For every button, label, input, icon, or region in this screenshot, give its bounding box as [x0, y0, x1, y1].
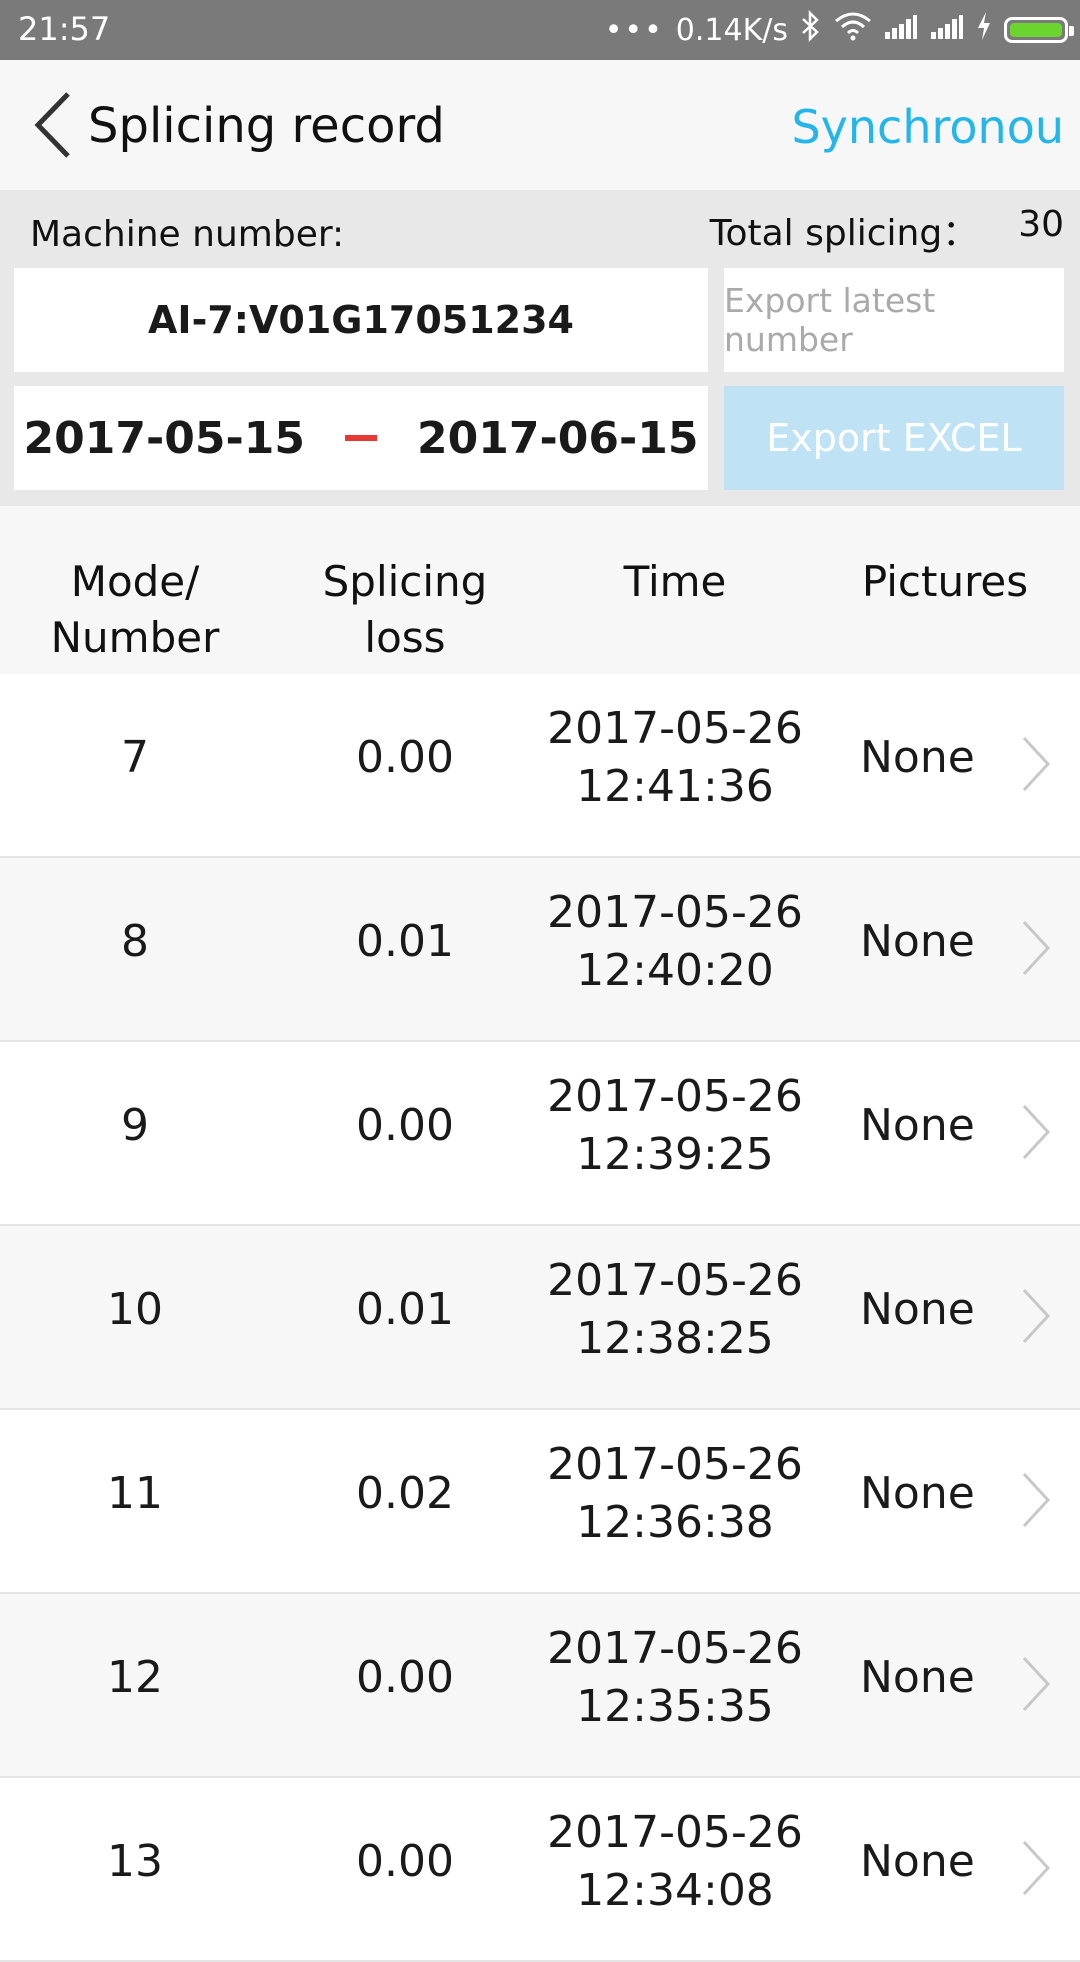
- row-number: 10: [107, 1284, 163, 1335]
- table-row[interactable]: 12 0.00 2017-05-26 12:35:35 None: [0, 1594, 1080, 1778]
- machine-number-value: AI-7:V01G17051234: [148, 298, 574, 342]
- row-pictures: None: [860, 1836, 975, 1887]
- row-number: 9: [121, 1100, 149, 1151]
- date-range[interactable]: 2017-05-15 2017-06-15: [14, 386, 708, 490]
- status-icons: ••• 0.14K/s: [604, 8, 1074, 52]
- row-time: 2017-05-26 12:34:08: [547, 1807, 803, 1916]
- total-splicing-value: 30: [1018, 204, 1064, 245]
- row-pictures: None: [860, 1652, 975, 1703]
- row-time: 2017-05-26 12:38:25: [547, 1255, 803, 1364]
- status-time: 21:57: [18, 10, 111, 48]
- table-row[interactable]: 13 0.00 2017-05-26 12:34:08 None: [0, 1778, 1080, 1962]
- machine-number-label: Machine number:: [30, 214, 345, 255]
- row-number: 13: [107, 1836, 163, 1887]
- date-range-separator: [345, 435, 377, 441]
- row-time: 2017-05-26 12:40:20: [547, 887, 803, 996]
- table-row[interactable]: 7 0.00 2017-05-26 12:41:36 None: [0, 674, 1080, 858]
- row-time: 2017-05-26 12:41:36: [547, 703, 803, 812]
- row-number: 7: [121, 732, 149, 783]
- wifi-icon: [834, 11, 872, 49]
- machine-number-field[interactable]: AI-7:V01G17051234: [14, 268, 708, 372]
- row-number: 8: [121, 916, 149, 967]
- table-row[interactable]: 10 0.01 2017-05-26 12:38:25 None: [0, 1226, 1080, 1410]
- total-splicing: Total splicing： 30: [710, 204, 1064, 256]
- row-pictures: None: [860, 732, 975, 783]
- column-header-pictures: Pictures: [861, 557, 1029, 606]
- row-pictures: None: [860, 916, 975, 967]
- table-row[interactable]: 8 0.01 2017-05-26 12:40:20 None: [0, 858, 1080, 1042]
- row-splicing-loss: 0.01: [356, 916, 454, 967]
- row-time: 2017-05-26 12:39:25: [547, 1071, 803, 1180]
- row-splicing-loss: 0.00: [356, 1100, 454, 1151]
- chevron-right-icon[interactable]: [1020, 1286, 1052, 1346]
- export-excel-button[interactable]: Export EXCEL: [724, 386, 1064, 490]
- row-pictures: None: [860, 1284, 975, 1335]
- chevron-right-icon[interactable]: [1020, 734, 1052, 794]
- row-time: 2017-05-26 12:36:38: [547, 1439, 803, 1548]
- row-pictures: None: [860, 1468, 975, 1519]
- row-splicing-loss: 0.00: [356, 1652, 454, 1703]
- row-splicing-loss: 0.00: [356, 1836, 454, 1887]
- date-to[interactable]: 2017-06-15: [417, 413, 698, 464]
- bluetooth-icon: [800, 9, 822, 50]
- export-latest-placeholder: Export latest number: [724, 281, 936, 359]
- network-speed: 0.14K/s: [675, 12, 788, 48]
- record-list: 7 0.00 2017-05-26 12:41:36 None 8 0.01 20…: [0, 674, 1080, 1962]
- row-number: 11: [107, 1468, 163, 1519]
- more-dots-icon: •••: [604, 12, 664, 48]
- table-row[interactable]: 11 0.02 2017-05-26 12:36:38 None: [0, 1410, 1080, 1594]
- row-number: 12: [107, 1652, 163, 1703]
- total-splicing-label: Total splicing：: [709, 213, 979, 254]
- app-header: Splicing record Synchronou: [0, 60, 1080, 190]
- column-header-time: Time: [623, 557, 727, 606]
- charging-icon: [976, 11, 992, 49]
- chevron-right-icon[interactable]: [1020, 1654, 1052, 1714]
- column-header-mode-number: Mode/ Number: [50, 557, 220, 662]
- row-splicing-loss: 0.00: [356, 732, 454, 783]
- chevron-right-icon[interactable]: [1020, 1102, 1052, 1162]
- signal-icon: [884, 13, 918, 48]
- page-title: Splicing record: [88, 98, 445, 154]
- row-time: 2017-05-26 12:35:35: [547, 1623, 803, 1732]
- row-splicing-loss: 0.02: [356, 1468, 454, 1519]
- chevron-right-icon[interactable]: [1020, 1470, 1052, 1530]
- status-bar: 21:57 ••• 0.14K/s: [0, 0, 1080, 60]
- table-header: Mode/ Number Splicing loss Time Pictures: [0, 524, 1080, 674]
- chevron-right-icon[interactable]: [1020, 918, 1052, 978]
- synchronize-button[interactable]: Synchronou: [791, 100, 1064, 154]
- battery-icon: [1004, 17, 1074, 43]
- row-splicing-loss: 0.01: [356, 1284, 454, 1335]
- table-row[interactable]: 9 0.00 2017-05-26 12:39:25 None: [0, 1042, 1080, 1226]
- export-excel-label: Export EXCEL: [766, 416, 1022, 460]
- filter-panel: Machine number: Total splicing： 30 AI-7:…: [0, 190, 1080, 506]
- chevron-right-icon[interactable]: [1020, 1838, 1052, 1898]
- date-from[interactable]: 2017-05-15: [24, 413, 305, 464]
- signal-icon: [930, 13, 964, 48]
- back-arrow-icon[interactable]: [28, 88, 78, 162]
- export-latest-number-input[interactable]: Export latest number: [724, 268, 1064, 372]
- column-header-splicing-loss: Splicing loss: [322, 557, 488, 662]
- row-pictures: None: [860, 1100, 975, 1151]
